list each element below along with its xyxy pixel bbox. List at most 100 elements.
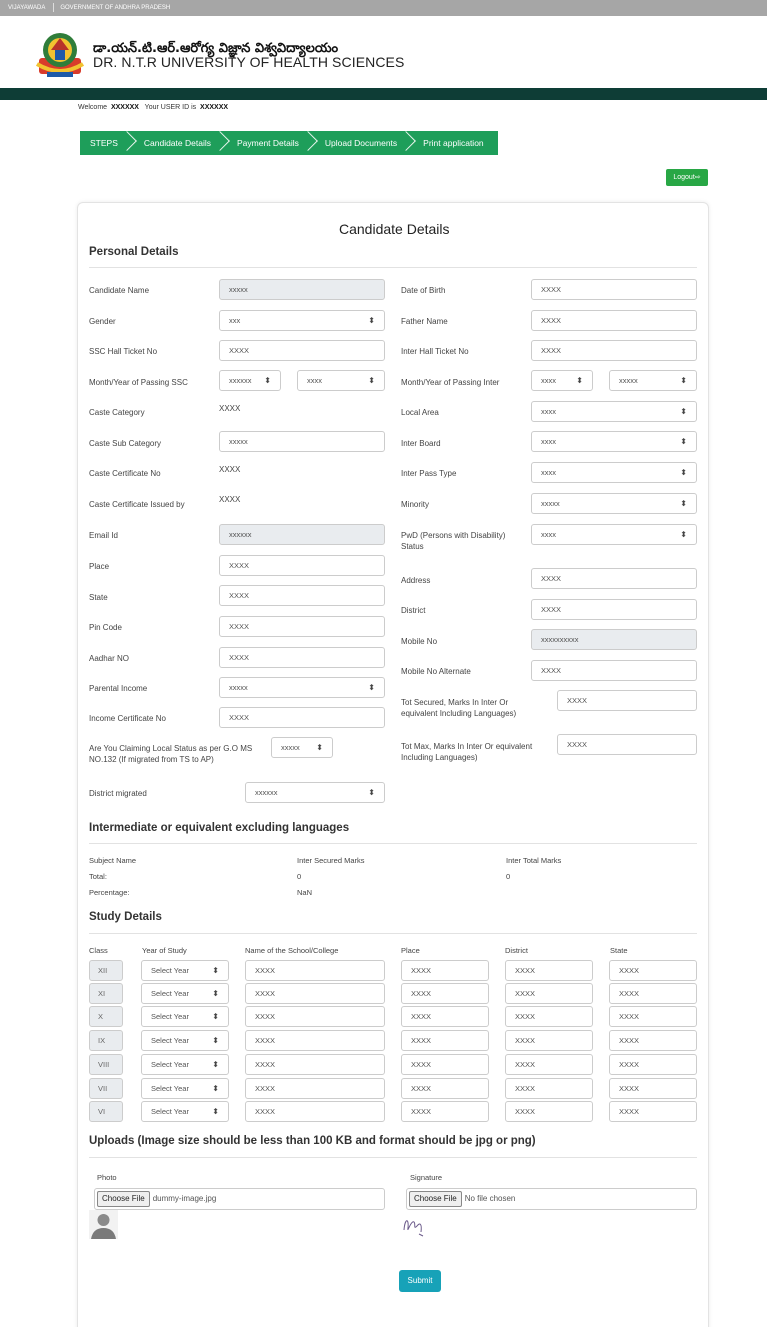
- label-district: District: [401, 606, 426, 615]
- school-field[interactable]: XXXX: [245, 1030, 385, 1051]
- mobile-alternate-field[interactable]: XXXX: [531, 660, 697, 681]
- label-inter-hall-ticket: Inter Hall Ticket No: [401, 347, 469, 356]
- place-field[interactable]: XXXX: [401, 1030, 489, 1051]
- tot-secured-marks-field[interactable]: XXXX: [557, 690, 697, 711]
- district-field[interactable]: XXXX: [531, 599, 697, 620]
- state-field[interactable]: XXXX: [609, 1006, 697, 1027]
- inter-board-select[interactable]: xxxx: [531, 431, 697, 452]
- study-col-place: Place: [401, 946, 420, 955]
- study-col-district: District: [505, 946, 528, 955]
- state-field[interactable]: XXXX: [609, 983, 697, 1004]
- place-field[interactable]: XXXX: [401, 1006, 489, 1027]
- state-field[interactable]: XXXX: [219, 585, 385, 606]
- year-select[interactable]: Select Year: [141, 1030, 229, 1051]
- mobile-no-field[interactable]: xxxxxxxxxx: [531, 629, 697, 650]
- district-field[interactable]: XXXX: [505, 983, 593, 1004]
- inter-year-select[interactable]: xxxxx: [609, 370, 697, 391]
- place-field[interactable]: XXXX: [401, 1054, 489, 1075]
- place-field[interactable]: XXXX: [401, 1101, 489, 1122]
- photo-choose-file-button[interactable]: Choose File: [97, 1190, 150, 1207]
- district-field[interactable]: XXXX: [505, 1054, 593, 1075]
- school-field[interactable]: XXXX: [245, 1006, 385, 1027]
- class-cell: X: [89, 1006, 123, 1027]
- label-email: Email Id: [89, 531, 118, 540]
- caste-sub-category-field[interactable]: xxxxx: [219, 431, 385, 452]
- top-bar: VIJAYAWADA GOVERNMENT OF ANDHRA PRADESH: [0, 0, 767, 16]
- step-print-application[interactable]: Print application: [411, 131, 497, 155]
- pwd-status-select[interactable]: xxxx: [531, 524, 697, 545]
- candidate-name-field[interactable]: xxxxx: [219, 279, 385, 300]
- signature-file-input[interactable]: Choose File No file chosen: [406, 1188, 697, 1210]
- photo-file-input[interactable]: Choose File dummy-image.jpg: [94, 1188, 385, 1210]
- parental-income-select[interactable]: xxxxx: [219, 677, 385, 698]
- year-select[interactable]: Select Year: [141, 1078, 229, 1099]
- state-field[interactable]: XXXX: [609, 1030, 697, 1051]
- study-col-year: Year of Study: [142, 946, 187, 955]
- district-migrated-select[interactable]: xxxxxx: [245, 782, 385, 803]
- signature-label: Signature: [410, 1173, 443, 1182]
- inter-month-select[interactable]: xxxx: [531, 370, 593, 391]
- inter-pass-type-select[interactable]: xxxx: [531, 462, 697, 483]
- address-field[interactable]: XXXX: [531, 568, 697, 589]
- divider: [89, 843, 697, 844]
- year-select[interactable]: Select Year: [141, 1054, 229, 1075]
- class-cell: IX: [89, 1030, 123, 1051]
- district-field[interactable]: XXXX: [505, 1078, 593, 1099]
- ssc-hall-ticket-field[interactable]: XXXX: [219, 340, 385, 361]
- year-select[interactable]: Select Year: [141, 1006, 229, 1027]
- signature-preview-icon: [403, 1220, 424, 1237]
- ssc-year-select[interactable]: xxxx: [297, 370, 385, 391]
- place-field[interactable]: XXXX: [401, 960, 489, 981]
- logout-button[interactable]: Logout⇨: [666, 169, 708, 186]
- local-status-select[interactable]: xxxxx: [271, 737, 333, 758]
- date-of-birth-field[interactable]: XXXX: [531, 279, 697, 300]
- minority-select[interactable]: xxxxx: [531, 493, 697, 514]
- district-field[interactable]: XXXX: [505, 1006, 593, 1027]
- school-field[interactable]: XXXX: [245, 1054, 385, 1075]
- tot-max-marks-field[interactable]: XXXX: [557, 734, 697, 755]
- district-field[interactable]: XXXX: [505, 1101, 593, 1122]
- step-candidate-details[interactable]: Candidate Details: [132, 131, 225, 155]
- year-select[interactable]: Select Year: [141, 960, 229, 981]
- income-certificate-field[interactable]: XXXX: [219, 707, 385, 728]
- place-field[interactable]: XXXX: [219, 555, 385, 576]
- gender-select[interactable]: xxx: [219, 310, 385, 331]
- place-field[interactable]: XXXX: [401, 1078, 489, 1099]
- year-select[interactable]: Select Year: [141, 983, 229, 1004]
- school-field[interactable]: XXXX: [245, 1101, 385, 1122]
- label-pin-code: Pin Code: [89, 623, 122, 632]
- school-field[interactable]: XXXX: [245, 960, 385, 981]
- label-local-area: Local Area: [401, 408, 439, 417]
- ssc-month-select[interactable]: xxxxxx: [219, 370, 281, 391]
- place-field[interactable]: XXXX: [401, 983, 489, 1004]
- local-area-select[interactable]: xxxx: [531, 401, 697, 422]
- photo-file-name: dummy-image.jpg: [152, 1194, 217, 1203]
- inter-col-secured: Inter Secured Marks: [297, 856, 365, 865]
- step-upload-documents[interactable]: Upload Documents: [313, 131, 411, 155]
- state-field[interactable]: XXXX: [609, 1078, 697, 1099]
- signature-choose-file-button[interactable]: Choose File: [409, 1190, 462, 1207]
- father-name-field[interactable]: XXXX: [531, 310, 697, 331]
- inter-hall-ticket-field[interactable]: XXXX: [531, 340, 697, 361]
- label-father-name: Father Name: [401, 317, 448, 326]
- submit-button[interactable]: Submit: [399, 1270, 441, 1292]
- divider: [53, 2, 55, 12]
- year-select[interactable]: Select Year: [141, 1101, 229, 1122]
- class-cell: VII: [89, 1078, 123, 1099]
- state-field[interactable]: XXXX: [609, 960, 697, 981]
- school-field[interactable]: XXXX: [245, 983, 385, 1004]
- photo-preview-icon: [89, 1210, 118, 1239]
- label-ssc-pass-month-year: Month/Year of Passing SSC: [89, 378, 188, 387]
- state-field[interactable]: XXXX: [609, 1054, 697, 1075]
- aadhar-field[interactable]: XXXX: [219, 647, 385, 668]
- pin-code-field[interactable]: XXXX: [219, 616, 385, 637]
- district-field[interactable]: XXXX: [505, 1030, 593, 1051]
- state-field[interactable]: XXXX: [609, 1101, 697, 1122]
- label-place: Place: [89, 562, 110, 571]
- label-ssc-hall-ticket: SSC Hall Ticket No: [89, 347, 158, 356]
- district-field[interactable]: XXXX: [505, 960, 593, 981]
- school-field[interactable]: XXXX: [245, 1078, 385, 1099]
- step-payment-details[interactable]: Payment Details: [225, 131, 313, 155]
- header: డా.యన్.టి.ఆర్.ఆరోగ్య విజ్ఞాన విశ్వవిద్యా…: [0, 16, 767, 88]
- email-field[interactable]: xxxxxx: [219, 524, 385, 545]
